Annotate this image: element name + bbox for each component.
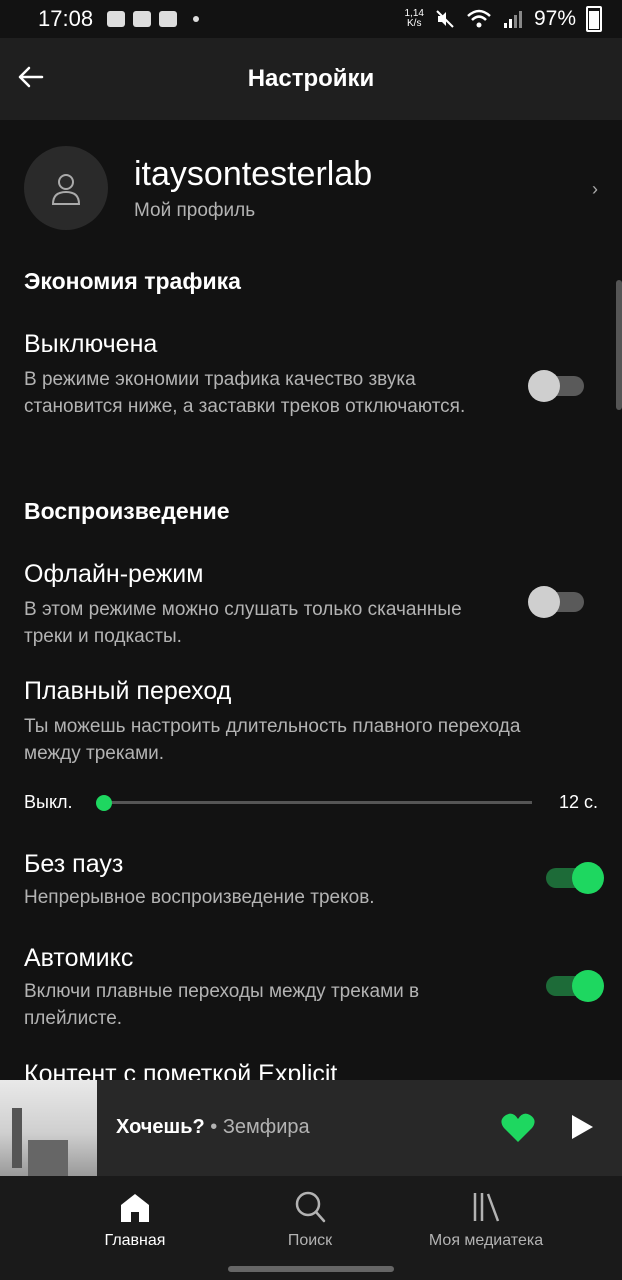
nav-library[interactable]: Моя медиатека — [396, 1190, 576, 1250]
data-saver-title: Выключена — [24, 330, 158, 358]
battery-icon — [586, 6, 602, 32]
notification-icons — [107, 11, 200, 27]
profile-row[interactable]: itaysontesterlab Мой профиль › — [24, 146, 604, 230]
track-separator: • — [204, 1116, 223, 1138]
nav-library-label: Моя медиатека — [428, 1232, 544, 1249]
slider-track[interactable] — [104, 801, 532, 804]
slider-max-label: 12 с. — [558, 792, 598, 812]
toggle-knob — [528, 586, 560, 618]
nav-search[interactable]: Поиск — [220, 1190, 400, 1250]
offline-mode-title: Офлайн-режим — [24, 560, 204, 588]
gapless-description: Непрерывное воспроизведение треков. — [24, 887, 375, 908]
album-cover — [0, 1080, 97, 1176]
mini-player[interactable]: Хочешь? • Земфира — [0, 1080, 622, 1176]
profile-subtitle: Мой профиль — [134, 199, 256, 221]
nav-home-label: Главная — [104, 1232, 166, 1249]
cover-art-tower — [12, 1108, 22, 1168]
network-speed: 1,14 K/s — [404, 8, 424, 29]
battery-percent: 97% — [533, 7, 576, 30]
track-title: Хочешь? — [116, 1116, 205, 1138]
home-icon — [121, 1194, 149, 1222]
offline-mode-description: В этом режиме можно слушать только скача… — [24, 599, 462, 647]
status-right: 1,14 K/s 97% — [404, 6, 602, 32]
crossfade-description: Ты можешь настроить длительность плавног… — [24, 716, 521, 764]
library-icon — [473, 1193, 500, 1222]
play-icon[interactable] — [566, 1112, 596, 1142]
status-bar: 17:08 1,14 K/s 97% — [0, 0, 622, 38]
slider-thumb[interactable] — [96, 795, 112, 811]
wifi-icon — [467, 9, 491, 28]
system-home-indicator[interactable] — [228, 1266, 394, 1272]
data-saver-description: В режиме экономии трафика качество звука… — [24, 369, 466, 417]
profile-name: itaysontesterlab — [134, 154, 373, 193]
automix-description: Включи плавные переходы между треками в … — [24, 981, 420, 1029]
section-playback: Воспроизведение — [24, 498, 230, 524]
bottom-navigation: Главная Поиск Моя медиатека — [0, 1176, 622, 1280]
status-time: 17:08 — [38, 6, 94, 31]
automix-title: Автомикс — [24, 944, 134, 972]
gapless-title: Без пауз — [24, 850, 124, 878]
mute-icon — [436, 10, 454, 28]
crossfade-title: Плавный переход — [24, 677, 232, 705]
page-title: Настройки — [247, 65, 375, 92]
app-bar: Настройки — [0, 38, 622, 120]
toggle-knob — [572, 970, 604, 1002]
more-notifications-icon — [193, 16, 200, 22]
gapless-toggle[interactable] — [546, 862, 604, 894]
explicit-title: Контент с пометкой Explicit — [24, 1060, 338, 1080]
search-icon — [295, 1191, 326, 1223]
avatar — [24, 146, 108, 230]
toggle-knob — [528, 370, 560, 402]
settings-list[interactable]: itaysontesterlab Мой профиль › Экономия … — [0, 120, 622, 1080]
nav-search-label: Поиск — [287, 1232, 333, 1249]
back-arrow-icon[interactable] — [14, 60, 48, 94]
signal-icon — [503, 11, 522, 28]
automix-toggle[interactable] — [546, 970, 604, 1002]
nav-home[interactable]: Главная — [45, 1190, 225, 1250]
data-saver-toggle[interactable] — [528, 370, 584, 402]
profile-text: itaysontesterlab Мой профиль — [108, 155, 372, 222]
user-icon — [51, 174, 81, 205]
crossfade-slider[interactable]: Выкл. 12 с. — [24, 788, 598, 818]
toggle-knob — [572, 862, 604, 894]
now-playing-text: Хочешь? • Земфира — [116, 1116, 310, 1139]
gallery-icon — [107, 11, 126, 27]
section-data-saver: Экономия трафика — [24, 268, 241, 294]
chevron-right-icon: › — [592, 179, 598, 199]
cover-art-building — [28, 1140, 68, 1176]
discord-icon — [133, 11, 152, 27]
scrollbar[interactable] — [616, 280, 622, 410]
slider-min-label: Выкл. — [24, 792, 73, 812]
offline-mode-toggle[interactable] — [528, 586, 584, 618]
discord-icon — [159, 11, 178, 27]
heart-icon[interactable] — [500, 1112, 536, 1144]
track-artist: Земфира — [222, 1116, 310, 1138]
